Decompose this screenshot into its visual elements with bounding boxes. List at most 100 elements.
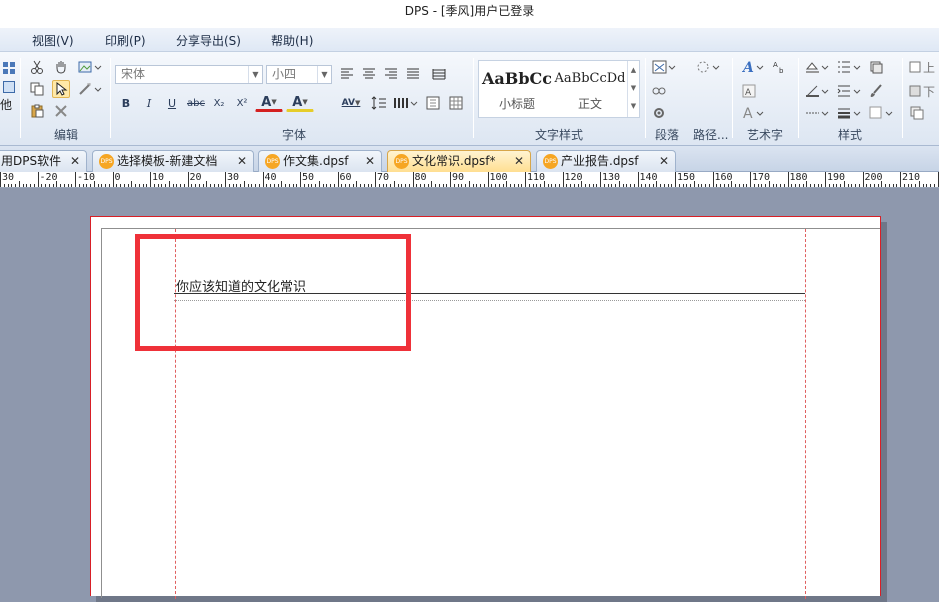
close-icon[interactable]: ✕ — [70, 151, 80, 171]
ruler-tick — [543, 181, 545, 187]
vertical-text-icon[interactable]: Ab — [770, 58, 788, 76]
tab-industry-report[interactable]: DPS 产业报告.dpsf ✕ — [536, 150, 676, 172]
ruler-tick — [285, 184, 286, 187]
fill-color-icon[interactable] — [803, 58, 831, 76]
ruler-tick — [517, 184, 519, 187]
ruler-tick — [922, 184, 924, 187]
bring-forward-button[interactable]: 上 — [908, 58, 939, 76]
style-body[interactable]: AaBbCcDd 正文 — [553, 61, 627, 117]
copy-icon[interactable] — [28, 80, 46, 98]
ruler-tick — [588, 184, 590, 187]
underline-button[interactable]: U — [163, 94, 181, 112]
menu-view[interactable]: 视图(V) — [32, 32, 74, 49]
ruler-tick — [7, 184, 9, 187]
menu-print[interactable]: 印刷(P) — [105, 32, 146, 49]
ruler-tick — [352, 184, 354, 187]
line-spacing-icon[interactable] — [369, 94, 389, 112]
tab-culture-knowledge[interactable]: DPS 文化常识.dpsf* ✕ — [387, 150, 531, 172]
line-color-icon[interactable] — [803, 82, 831, 100]
gear-icon[interactable] — [650, 104, 668, 122]
dash-style-icon[interactable] — [803, 104, 831, 122]
highlight-color-button[interactable]: A ▼ — [286, 94, 314, 112]
close-icon[interactable]: ✕ — [237, 151, 247, 171]
superscript-button[interactable]: X² — [232, 94, 252, 112]
shadow-icon[interactable] — [867, 104, 895, 122]
path-settings-icon[interactable] — [694, 58, 722, 76]
ruler-tick — [56, 181, 58, 187]
bold-button[interactable]: B — [117, 94, 135, 112]
grid-icon[interactable] — [0, 59, 18, 77]
tab-use-dps[interactable]: 用DPS软件 ✕ — [0, 150, 87, 172]
frame-icon[interactable] — [0, 78, 18, 96]
select-arrow-icon[interactable] — [52, 80, 70, 98]
brush-icon[interactable] — [867, 82, 885, 100]
ruler-tick — [491, 184, 493, 187]
magic-wand-icon[interactable] — [76, 80, 104, 98]
menu-help[interactable]: 帮助(H) — [271, 32, 313, 49]
strikethrough-button[interactable]: abc — [185, 94, 207, 112]
align-left-icon[interactable] — [338, 65, 356, 83]
text-style-group-label: 文字样式 — [535, 128, 584, 142]
ruler-tick — [836, 184, 838, 187]
align-right-icon[interactable] — [382, 65, 400, 83]
ruler-label: 60 — [339, 172, 352, 183]
copy-format-icon[interactable] — [867, 58, 885, 76]
paste-icon[interactable] — [28, 102, 46, 120]
arrange-icon[interactable] — [908, 104, 926, 122]
horizontal-ruler[interactable]: 30 -20 -10 0 10 20 30 40 50 60 70 80 90 100 110 120 130 1… — [0, 172, 939, 188]
ruler-tick — [701, 184, 703, 187]
ruler-tick — [348, 184, 350, 187]
tab-new-document[interactable]: DPS 选择模板-新建文档 ✕ — [92, 150, 254, 172]
ruler-tick — [562, 172, 564, 187]
chevron-up-icon[interactable]: ▲ — [628, 61, 639, 79]
close-icon[interactable]: ✕ — [659, 151, 669, 171]
ruler-tick — [337, 172, 339, 187]
cut-icon[interactable] — [28, 58, 46, 76]
bullet-list-icon[interactable] — [835, 58, 863, 76]
text-box-icon[interactable] — [650, 58, 678, 76]
menu-share-export[interactable]: 分享导出(S) — [176, 32, 241, 49]
table-icon[interactable] — [447, 94, 465, 112]
font-name-select[interactable]: 宋体 ▼ — [115, 65, 263, 84]
ruler-tick — [120, 184, 121, 187]
art-text-icon[interactable]: A — [740, 58, 766, 76]
close-icon[interactable]: ✕ — [514, 151, 524, 171]
close-icon[interactable]: ✕ — [365, 151, 375, 171]
style-subtitle[interactable]: AaBbCc 小标题 — [481, 61, 553, 117]
indent-icon[interactable] — [424, 94, 442, 112]
font-color-button[interactable]: A ▼ — [255, 94, 283, 112]
font-size-select[interactable]: 小四 ▼ — [266, 65, 332, 84]
subscript-button[interactable]: X₂ — [209, 94, 229, 112]
ruler-tick — [630, 184, 631, 187]
link-icon[interactable] — [650, 82, 668, 100]
ruler-tick — [828, 184, 830, 187]
ruler-tick — [450, 172, 451, 187]
ruler-tick — [930, 184, 931, 187]
document-workspace[interactable]: 你应该知道的文化常识 — [0, 189, 939, 602]
columns-icon[interactable] — [392, 94, 420, 112]
ruler-tick — [592, 184, 594, 187]
ruler-tick — [547, 184, 549, 187]
gallery-expand-icon[interactable]: ▼ — [628, 97, 639, 115]
list-indent-icon[interactable] — [835, 82, 863, 100]
align-justify-icon[interactable] — [404, 65, 422, 83]
ruler-tick — [487, 172, 489, 187]
hand-pan-icon[interactable] — [52, 58, 70, 76]
gallery-scroll[interactable]: ▲ ▼ ▼ — [627, 61, 639, 117]
other-label: 他 — [0, 98, 13, 112]
tab-essay-collection[interactable]: DPS 作文集.dpsf ✕ — [258, 150, 382, 172]
chevron-down-icon[interactable]: ▼ — [628, 79, 639, 97]
ruler-tick — [311, 184, 313, 187]
line-weight-icon[interactable] — [835, 104, 863, 122]
art-style-icon[interactable]: A — [740, 82, 758, 100]
send-backward-button[interactable]: 下 — [908, 82, 939, 100]
char-spacing-button[interactable]: AV ▼ — [336, 94, 366, 112]
image-tool-icon[interactable] — [76, 58, 104, 76]
distribute-icon[interactable] — [430, 65, 448, 83]
ruler-tick — [813, 184, 815, 187]
delete-icon[interactable] — [52, 102, 70, 120]
font-color-label: A — [261, 94, 272, 110]
text-effect-icon[interactable]: A — [740, 104, 766, 122]
align-center-icon[interactable] — [360, 65, 378, 83]
italic-button[interactable]: I — [140, 94, 158, 112]
